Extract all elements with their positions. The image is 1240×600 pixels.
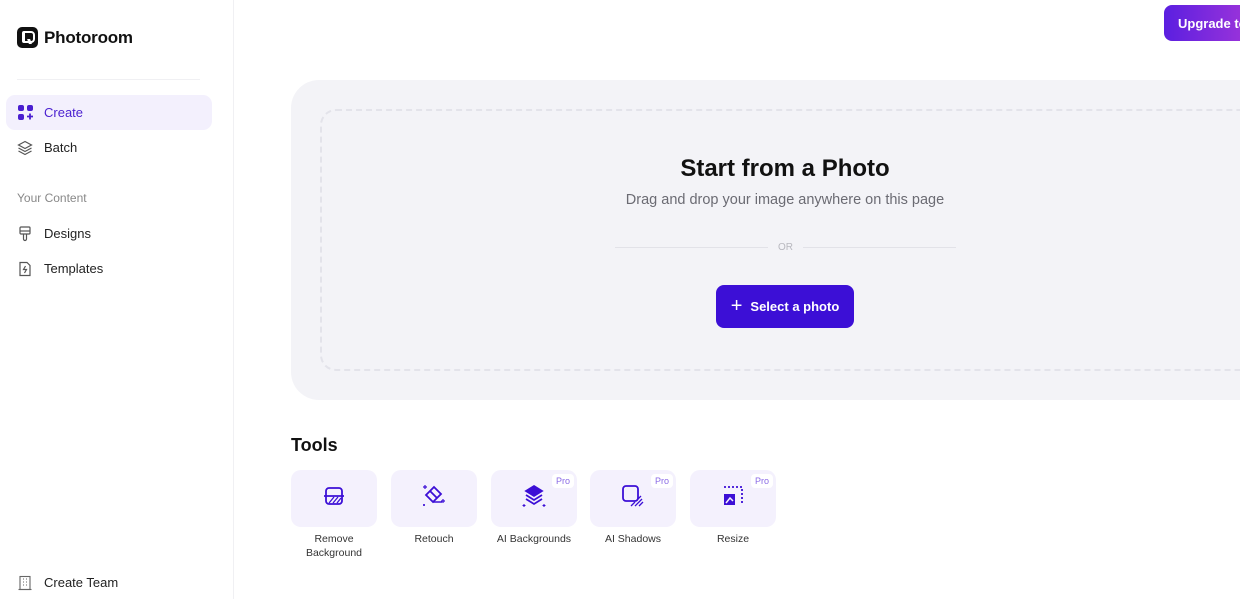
- tool-label: Retouch: [414, 533, 454, 545]
- or-divider: OR: [615, 242, 956, 253]
- sidebar: Photoroom Create Batch Your Content Desi…: [0, 0, 234, 599]
- dropzone-dashed-border: [320, 109, 1240, 371]
- paint-brush-icon: [17, 225, 33, 242]
- tool-ai-backgrounds[interactable]: Pro AI Backgrounds: [491, 470, 577, 546]
- sidebar-item-create-team[interactable]: Create Team: [6, 565, 212, 600]
- logo[interactable]: Photoroom: [17, 27, 133, 48]
- sidebar-item-label: Templates: [44, 261, 104, 276]
- or-label: OR: [778, 242, 793, 253]
- tool-tile: Pro: [690, 470, 776, 527]
- tool-remove-background[interactable]: Remove Background: [291, 470, 377, 560]
- sidebar-item-label: Designs: [44, 226, 91, 241]
- file-bolt-icon: [17, 261, 33, 277]
- layers-icon: [17, 140, 33, 156]
- tool-label: Resize: [716, 533, 750, 545]
- tool-label: Remove Background: [305, 533, 363, 559]
- resize-icon: [722, 485, 744, 512]
- tool-tile: Pro: [491, 470, 577, 527]
- tool-retouch[interactable]: Retouch: [391, 470, 477, 546]
- sidebar-item-templates[interactable]: Templates: [6, 251, 212, 286]
- tool-tile: [391, 470, 477, 527]
- tool-resize[interactable]: Pro Resize: [690, 470, 776, 546]
- sidebar-item-label: Batch: [44, 140, 78, 155]
- pro-badge: Pro: [650, 474, 673, 488]
- tool-label: AI Shadows: [604, 533, 662, 545]
- sidebar-item-label: Create Team: [44, 575, 119, 590]
- sidebar-item-label: Create: [44, 105, 84, 120]
- grid-plus-icon: [17, 105, 33, 121]
- section-label-your-content: Your Content: [17, 191, 87, 205]
- plus-icon: +: [730, 294, 743, 317]
- shadow-square-icon: [621, 484, 645, 513]
- tools-heading: Tools: [291, 435, 338, 455]
- sidebar-item-batch[interactable]: Batch: [6, 130, 212, 165]
- or-line-right: [803, 247, 956, 248]
- logo-text: Photoroom: [44, 27, 133, 47]
- tool-label: AI Backgrounds: [496, 533, 572, 545]
- photo-dropzone[interactable]: [291, 80, 1240, 400]
- tool-ai-shadows[interactable]: Pro AI Shadows: [590, 470, 676, 546]
- building-icon: [17, 575, 33, 591]
- sidebar-divider: [17, 79, 200, 80]
- upgrade-button[interactable]: Upgrade to Pro: [1164, 5, 1240, 41]
- select-photo-label: Select a photo: [750, 299, 840, 314]
- select-photo-button[interactable]: + Select a photo: [716, 285, 854, 328]
- remove-background-icon: [323, 486, 345, 511]
- ai-layers-icon: [522, 484, 546, 513]
- dropzone-title: Start from a Photo: [680, 155, 890, 182]
- tool-tile: [291, 470, 377, 527]
- sidebar-item-designs[interactable]: Designs: [6, 216, 212, 251]
- or-line-left: [615, 247, 768, 248]
- pro-badge: Pro: [750, 474, 773, 488]
- eraser-sparkle-icon: [421, 484, 447, 513]
- sidebar-item-create[interactable]: Create: [6, 95, 212, 130]
- dropzone-subtitle: Drag and drop your image anywhere on thi…: [625, 192, 945, 208]
- pro-badge: Pro: [551, 474, 574, 488]
- tool-tile: Pro: [590, 470, 676, 527]
- photoroom-logo-icon: [17, 27, 38, 48]
